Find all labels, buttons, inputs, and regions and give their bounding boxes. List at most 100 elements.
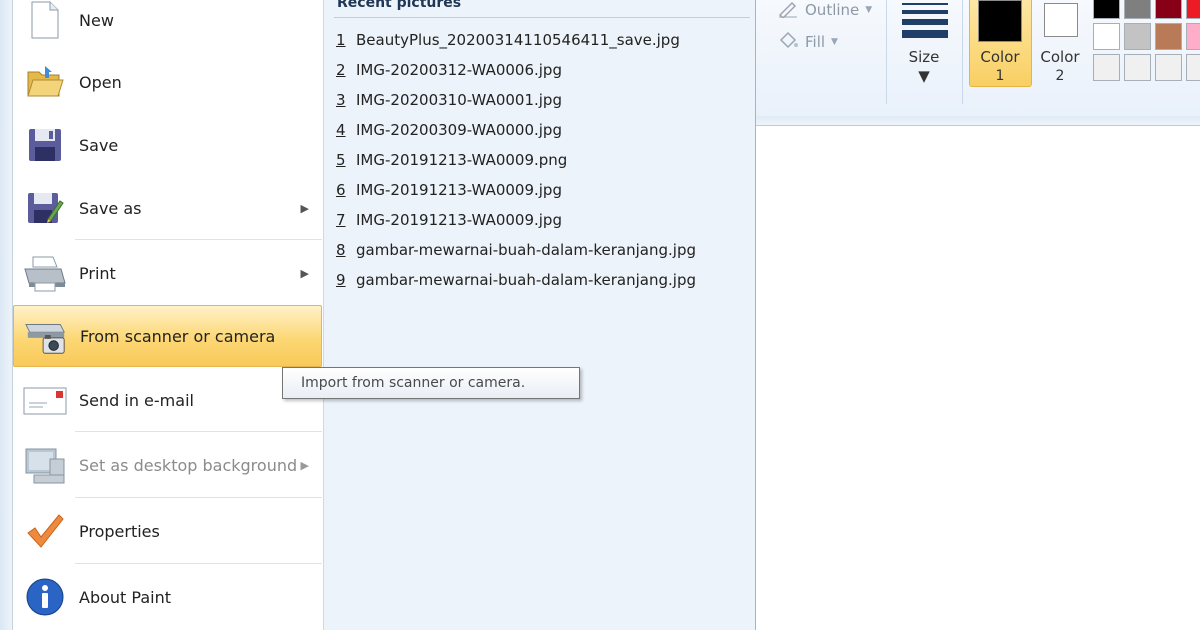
recent-picture-number: 3 bbox=[336, 91, 346, 109]
chevron-right-icon: ▶ bbox=[300, 266, 309, 280]
save-as-icon bbox=[23, 186, 67, 230]
menu-item-label: Print bbox=[79, 263, 116, 283]
menu-item-send-in-email[interactable]: Send in e-mail bbox=[13, 375, 322, 425]
color1-label: Color bbox=[980, 48, 1020, 66]
recent-picture-item[interactable]: 9 gambar-mewarnai-buah-dalam-keranjang.jp… bbox=[336, 271, 696, 289]
recent-picture-filename: gambar-mewarnai-buah-dalam-keranjang.jpg bbox=[356, 271, 696, 289]
open-folder-icon bbox=[23, 60, 67, 104]
email-icon bbox=[23, 378, 67, 422]
recent-picture-item[interactable]: 8 gambar-mewarnai-buah-dalam-keranjang.jp… bbox=[336, 241, 696, 259]
menu-item-open[interactable]: Open bbox=[13, 57, 322, 107]
fill-button[interactable]: Fill ▼ bbox=[777, 30, 838, 54]
paint-bucket-icon bbox=[777, 30, 799, 54]
printer-icon bbox=[23, 251, 67, 295]
menu-item-save[interactable]: Save bbox=[13, 120, 322, 170]
outline-label: Outline bbox=[805, 1, 860, 19]
menu-separator bbox=[75, 431, 322, 432]
palette-swatch[interactable] bbox=[1093, 54, 1120, 81]
color2-swatch bbox=[1044, 3, 1078, 37]
color2-number: 2 bbox=[1055, 68, 1065, 84]
menu-item-properties[interactable]: Properties bbox=[13, 506, 322, 556]
palette-swatch[interactable] bbox=[1186, 0, 1200, 19]
tooltip: Import from scanner or camera. bbox=[282, 367, 580, 399]
fill-label: Fill bbox=[805, 33, 826, 51]
recent-picture-number: 2 bbox=[336, 61, 346, 79]
checkmark-icon bbox=[23, 509, 67, 553]
chevron-down-icon: ▼ bbox=[831, 37, 838, 47]
menu-separator bbox=[75, 239, 322, 240]
recent-picture-filename: IMG-20200312-WA0006.jpg bbox=[356, 61, 562, 79]
menu-item-label: Save bbox=[79, 135, 119, 155]
recent-picture-filename: IMG-20200310-WA0001.jpg bbox=[356, 91, 562, 109]
desktop-icon bbox=[23, 443, 67, 487]
tooltip-text: Import from scanner or camera. bbox=[301, 375, 526, 391]
palette-swatch[interactable] bbox=[1124, 54, 1151, 81]
palette-swatch[interactable] bbox=[1186, 23, 1200, 50]
menu-item-label: Open bbox=[79, 72, 122, 92]
recent-picture-item[interactable]: 4 IMG-20200309-WA0000.jpg bbox=[336, 121, 562, 139]
color1-swatch bbox=[978, 0, 1022, 42]
recent-pictures-divider bbox=[334, 17, 750, 18]
color1-number: 1 bbox=[995, 68, 1005, 84]
palette-swatch[interactable] bbox=[1124, 23, 1151, 50]
pencil-outline-icon bbox=[777, 0, 799, 22]
menu-item-label: Save as bbox=[79, 198, 142, 218]
menu-item-label: Properties bbox=[79, 521, 160, 541]
chevron-right-icon: ▶ bbox=[300, 458, 309, 472]
menu-item-label: From scanner or camera bbox=[80, 326, 276, 346]
menu-item-set-as-desktop-background[interactable]: Set as desktop background ▶ bbox=[13, 440, 322, 490]
recent-picture-number: 1 bbox=[336, 31, 346, 49]
palette-swatch[interactable] bbox=[1093, 0, 1120, 19]
menu-edge bbox=[0, 0, 12, 630]
recent-picture-item[interactable]: 3 IMG-20200310-WA0001.jpg bbox=[336, 91, 562, 109]
recent-picture-filename: gambar-mewarnai-buah-dalam-keranjang.jpg bbox=[356, 241, 696, 259]
ribbon-status-strip bbox=[755, 116, 1200, 126]
recent-picture-item[interactable]: 6 IMG-20191213-WA0009.jpg bbox=[336, 181, 562, 199]
palette-swatch[interactable] bbox=[1186, 54, 1200, 81]
menu-item-label: About Paint bbox=[79, 587, 171, 607]
menu-item-new[interactable]: New bbox=[13, 0, 322, 45]
recent-picture-number: 6 bbox=[336, 181, 346, 199]
recent-pictures-title: Recent pictures bbox=[337, 0, 462, 11]
recent-picture-number: 8 bbox=[336, 241, 346, 259]
ribbon-divider bbox=[886, 0, 887, 104]
recent-picture-filename: IMG-20191213-WA0009.jpg bbox=[356, 211, 562, 229]
scanner-camera-icon bbox=[24, 314, 68, 358]
chevron-down-icon: ▼ bbox=[918, 67, 930, 85]
chevron-right-icon: ▶ bbox=[300, 201, 309, 215]
recent-picture-filename: IMG-20200309-WA0000.jpg bbox=[356, 121, 562, 139]
recent-picture-item[interactable]: 1 BeautyPlus_20200314110546411_save.jpg bbox=[336, 31, 680, 49]
chevron-down-icon: ▼ bbox=[865, 5, 873, 15]
menu-item-print[interactable]: Print ▶ bbox=[13, 248, 322, 298]
menu-item-about-paint[interactable]: About Paint bbox=[13, 572, 322, 622]
info-icon bbox=[23, 575, 67, 619]
recent-picture-number: 9 bbox=[336, 271, 346, 289]
recent-picture-filename: IMG-20191213-WA0009.jpg bbox=[356, 181, 562, 199]
ribbon-divider bbox=[962, 0, 963, 104]
recent-picture-item[interactable]: 7 IMG-20191213-WA0009.jpg bbox=[336, 211, 562, 229]
recent-picture-filename: BeautyPlus_20200314110546411_save.jpg bbox=[356, 31, 680, 49]
color2-label: Color bbox=[1040, 48, 1080, 66]
outline-button[interactable]: Outline ▼ bbox=[777, 0, 872, 22]
palette-swatch[interactable] bbox=[1155, 23, 1182, 50]
menu-item-from-scanner-or-camera[interactable]: From scanner or camera bbox=[13, 305, 322, 367]
size-label: Size bbox=[908, 48, 940, 66]
palette-swatch[interactable] bbox=[1093, 23, 1120, 50]
recent-picture-number: 7 bbox=[336, 211, 346, 229]
save-disk-icon bbox=[23, 123, 67, 167]
recent-picture-number: 5 bbox=[336, 151, 346, 169]
new-file-icon bbox=[23, 0, 67, 42]
recent-picture-number: 4 bbox=[336, 121, 346, 139]
menu-item-label: Set as desktop background bbox=[79, 455, 298, 475]
recent-picture-item[interactable]: 5 IMG-20191213-WA0009.png bbox=[336, 151, 567, 169]
menu-item-label: Send in e-mail bbox=[79, 390, 194, 410]
recent-picture-filename: IMG-20191213-WA0009.png bbox=[356, 151, 568, 169]
menu-separator bbox=[75, 563, 322, 564]
palette-swatch[interactable] bbox=[1155, 0, 1182, 19]
menu-item-label: New bbox=[79, 10, 114, 30]
menu-item-save-as[interactable]: Save as ▶ bbox=[13, 183, 322, 233]
menu-separator bbox=[75, 497, 322, 498]
palette-swatch[interactable] bbox=[1124, 0, 1151, 19]
recent-picture-item[interactable]: 2 IMG-20200312-WA0006.jpg bbox=[336, 61, 562, 79]
palette-swatch[interactable] bbox=[1155, 54, 1182, 81]
